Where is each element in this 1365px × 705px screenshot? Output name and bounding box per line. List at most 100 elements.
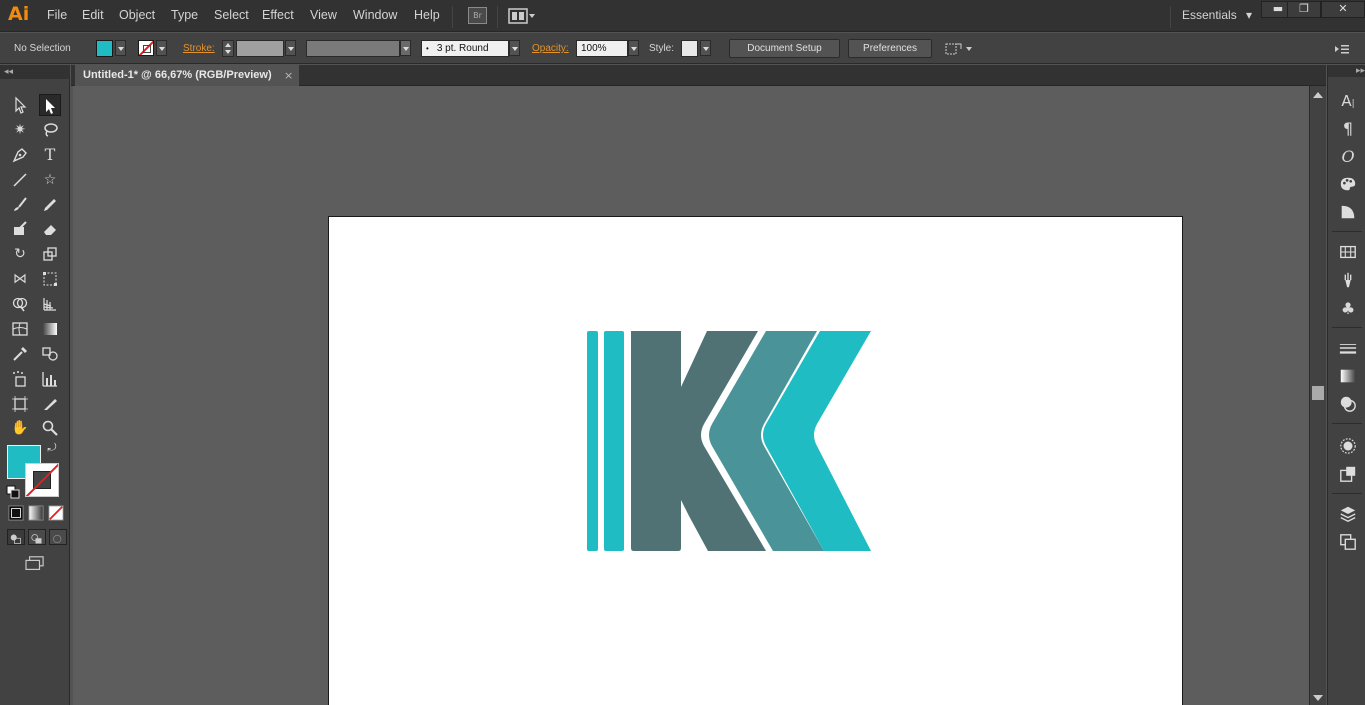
stroke-color-box[interactable] [25,463,59,497]
brush-definition-field[interactable]: • 3 pt. Round [421,40,509,57]
menu-effect[interactable]: Effect [262,8,294,22]
appearance-panel-icon[interactable] [1338,437,1358,457]
variable-width-profile[interactable] [306,40,400,57]
hand-tool-icon[interactable]: ✋ [9,417,31,439]
k-logo-artwork[interactable] [586,330,873,552]
workspace-switcher[interactable]: Essentials ▾ [1182,8,1252,22]
symbols-panel-icon[interactable]: ♣ [1338,299,1358,319]
stroke-weight-dropdown[interactable] [285,40,296,56]
opacity-label[interactable]: Opacity: [532,43,569,54]
menu-window[interactable]: Window [353,8,397,22]
variable-width-dropdown[interactable] [400,40,411,56]
menu-view[interactable]: View [310,8,337,22]
line-segment-tool-icon[interactable] [9,169,31,191]
style-dropdown[interactable] [700,40,711,56]
free-transform-tool-icon[interactable] [39,268,61,290]
color-guide-icon[interactable] [1338,203,1358,223]
opacity-field[interactable]: 100% [576,40,628,57]
eyedropper-tool-icon[interactable] [9,343,31,365]
arrange-documents-icon[interactable] [508,8,536,24]
menu-type[interactable]: Type [171,8,198,22]
artboard-tool-icon[interactable] [9,393,31,415]
document-tab[interactable]: Untitled-1* @ 66,67% (RGB/Preview) [75,65,299,86]
gradient-tool-icon[interactable] [39,318,61,340]
selection-tool-icon[interactable] [9,94,31,116]
fill-dropdown[interactable] [115,40,126,56]
menu-help[interactable]: Help [414,8,440,22]
pencil-tool-icon[interactable] [39,194,61,216]
blend-tool-icon[interactable] [39,343,61,365]
slice-tool-icon[interactable] [39,393,61,415]
pen-tool-icon[interactable] [9,144,31,166]
magic-wand-tool-icon[interactable]: ✷ [9,119,31,141]
scroll-down-icon[interactable] [1313,695,1323,701]
paragraph-panel-icon[interactable]: ¶ [1338,119,1358,139]
stroke-panel-icon[interactable] [1338,339,1358,359]
character-panel-icon[interactable]: A| [1338,91,1358,111]
symbol-sprayer-tool-icon[interactable] [9,368,31,390]
none-mode-button[interactable] [47,504,65,522]
eraser-tool-icon[interactable] [39,218,61,240]
color-palette-icon[interactable] [1338,175,1358,195]
document-setup-button[interactable]: Document Setup [729,39,840,58]
brush-dropdown[interactable] [509,40,520,56]
paintbrush-tool-icon[interactable] [9,194,31,216]
layers-panel-icon[interactable] [1338,505,1358,525]
artboards-panel-icon[interactable] [1338,533,1358,553]
menu-separator [1170,6,1171,28]
preferences-button[interactable]: Preferences [848,39,932,58]
stroke-weight-stepper[interactable] [222,40,234,57]
stroke-swatch[interactable] [138,40,154,56]
swap-fill-stroke-icon[interactable]: ⤾ [44,441,60,455]
width-tool-icon[interactable]: ⋈ [9,268,31,290]
swatches-panel-icon[interactable] [1338,243,1358,263]
draw-normal-icon[interactable] [7,529,25,545]
stroke-label[interactable]: Stroke: [183,43,215,54]
menu-file[interactable]: File [47,8,67,22]
stroke-inner-square [33,471,51,489]
color-mode-button[interactable] [7,504,25,522]
column-graph-tool-icon[interactable] [39,368,61,390]
default-fill-stroke-icon[interactable] [6,485,20,499]
scale-tool-icon[interactable] [39,243,61,265]
scroll-thumb[interactable] [1312,386,1324,400]
mesh-tool-icon[interactable] [9,318,31,340]
star-tool-icon[interactable]: ☆ [39,169,61,191]
vertical-scrollbar[interactable] [1309,86,1326,705]
gradient-panel-icon[interactable] [1338,367,1358,387]
opentype-panel-icon[interactable]: O [1338,147,1358,167]
restore-button[interactable]: ❐ [1287,1,1321,18]
stroke-weight-field[interactable] [236,40,284,57]
graphic-styles-panel-icon[interactable] [1338,465,1358,485]
panel-dock-collapse[interactable]: ▸▸ [1328,65,1365,77]
brushes-panel-icon[interactable] [1338,271,1358,291]
close-tab-icon[interactable]: × [284,69,293,82]
menu-object[interactable]: Object [119,8,155,22]
zoom-tool-icon[interactable] [39,417,61,439]
shaper-tool-icon[interactable] [9,218,31,240]
shape-builder-tool-icon[interactable] [9,293,31,315]
draw-behind-icon[interactable] [28,529,46,545]
transparency-panel-icon[interactable] [1338,395,1358,415]
style-swatch[interactable] [681,40,698,57]
menu-select[interactable]: Select [214,8,249,22]
stroke-swatch-dropdown[interactable] [156,40,167,56]
screen-mode-icon[interactable] [22,553,48,573]
panel-menu-icon[interactable] [1334,43,1350,55]
rotate-tool-icon[interactable]: ↻ [9,243,31,265]
direct-selection-tool-icon[interactable] [39,94,61,116]
artboard[interactable] [328,216,1183,705]
tools-panel-collapse[interactable]: ◂◂ [0,65,70,79]
gradient-mode-button[interactable] [27,504,45,522]
scroll-up-icon[interactable] [1313,92,1323,98]
opacity-dropdown[interactable] [628,40,639,56]
lasso-tool-icon[interactable] [39,119,61,141]
bridge-icon[interactable]: Br [468,7,487,24]
perspective-grid-tool-icon[interactable] [39,293,61,315]
fill-swatch[interactable] [96,40,113,57]
close-button[interactable]: ✕ [1321,1,1365,18]
menu-edit[interactable]: Edit [82,8,104,22]
type-tool-icon[interactable]: T [39,144,61,166]
draw-inside-icon[interactable] [49,529,67,545]
arrange-selection-icon[interactable] [944,41,974,57]
